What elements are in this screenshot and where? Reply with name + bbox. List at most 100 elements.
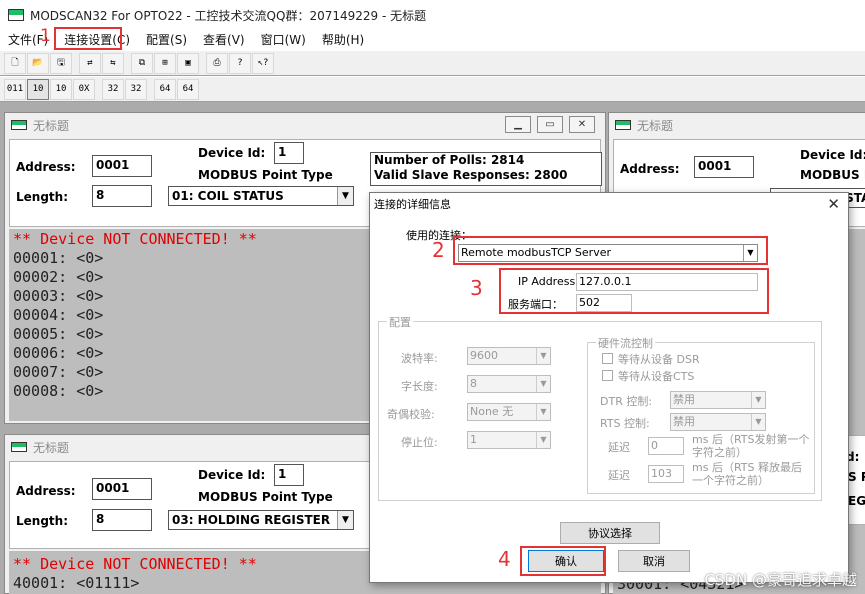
menu-help[interactable]: 帮助(H) — [314, 31, 372, 49]
point-type-label: MODBUS P — [800, 168, 865, 182]
network-icon[interactable]: ⧉ — [131, 52, 153, 74]
wait-dsr-label: 等待从设备 DSR — [618, 353, 700, 366]
chevron-down-icon[interactable]: ▼ — [337, 187, 353, 205]
scan-window-1-title: 无标题 — [33, 118, 70, 133]
length-label: Length: — [16, 514, 68, 528]
dtr-control-select[interactable]: 禁用 ▼ — [670, 391, 766, 409]
point-type-label: MODBUS Point Type — [198, 168, 333, 182]
poll-stats: Number of Polls: 2814 Valid Slave Respon… — [370, 152, 602, 186]
disconnect-icon[interactable]: ⇆ — [102, 52, 124, 74]
valid-slave-responses: Valid Slave Responses: 2800 — [374, 168, 568, 182]
menu-window[interactable]: 窗口(W) — [253, 31, 314, 49]
dialog-titlebar[interactable]: 连接的详细信息 ✕ — [370, 193, 848, 215]
chevron-down-icon[interactable]: ▼ — [536, 376, 550, 392]
word-length-label: 字长度: — [401, 380, 438, 393]
baud-rate-label: 波特率: — [401, 352, 438, 365]
scan-window-1-titlebar[interactable]: 无标题 ▁ ▭ ✕ — [5, 113, 605, 137]
dtr-control-label: DTR 控制: — [600, 395, 653, 408]
format-float-icon[interactable]: 32 — [102, 78, 124, 100]
app-icon — [8, 9, 24, 21]
chevron-down-icon[interactable]: ▼ — [751, 392, 765, 408]
device-id-input[interactable]: 1 — [274, 142, 304, 164]
word-length-value: 8 — [470, 377, 477, 390]
wait-dsr-checkbox[interactable] — [602, 353, 613, 364]
chevron-down-icon[interactable]: ▼ — [536, 348, 550, 364]
doc-icon — [11, 120, 27, 130]
delay1-label: 延迟 — [608, 441, 630, 454]
length-input[interactable]: 8 — [92, 509, 152, 531]
baud-rate-value: 9600 — [470, 349, 498, 362]
address-input[interactable]: 0001 — [92, 478, 152, 500]
menu-setup[interactable]: 配置(S) — [138, 31, 195, 49]
address-input[interactable]: 0001 — [694, 156, 754, 178]
format-hex-icon[interactable]: 0X — [73, 78, 95, 100]
address-input[interactable]: 0001 — [92, 155, 152, 177]
word-length-select[interactable]: 8 ▼ — [467, 375, 551, 393]
cancel-button[interactable]: 取消 — [618, 550, 690, 572]
display-chart-icon[interactable]: ⊞ — [154, 52, 176, 74]
port-input[interactable]: 502 — [576, 294, 632, 312]
close-icon[interactable]: ✕ — [827, 195, 840, 213]
length-input[interactable]: 8 — [92, 185, 152, 207]
connect-icon[interactable]: ⇄ — [79, 52, 101, 74]
delay2-label: 延迟 — [608, 469, 630, 482]
ip-address-input[interactable]: 127.0.0.1 — [576, 273, 758, 291]
print-icon[interactable]: ⎙ — [206, 52, 228, 74]
format-double-icon[interactable]: 64 — [154, 78, 176, 100]
scan-window-3-title: 无标题 — [637, 118, 674, 133]
menu-bar: 文件(F) 连接设置(C) 配置(S) 查看(V) 窗口(W) 帮助(H) — [0, 30, 865, 50]
format-double-swapped-icon[interactable]: 64 — [177, 78, 199, 100]
hardware-flow-label: 硬件流控制 — [596, 335, 655, 351]
format-decimal-icon[interactable]: 10 — [27, 78, 49, 100]
stop-bits-select[interactable]: 1 ▼ — [467, 431, 551, 449]
annotation-4: 4 — [498, 547, 511, 571]
window-title: MODSCAN32 For OPTO22 - 工控技术交流QQ群：2071492… — [30, 8, 427, 23]
chevron-down-icon[interactable]: ▼ — [536, 404, 550, 420]
format-toolbar: 011 10 10 0X 32 32 64 64 — [0, 76, 865, 102]
scan-window-3-titlebar[interactable]: 无标题 — [609, 113, 865, 137]
wait-cts-checkbox[interactable] — [602, 370, 613, 381]
context-help-icon[interactable]: ↖? — [252, 52, 274, 74]
delay2-input[interactable]: 103 — [648, 465, 684, 483]
chevron-down-icon[interactable]: ▼ — [536, 432, 550, 448]
point-type-select[interactable]: 01: COIL STATUS ▼ — [168, 186, 354, 206]
menu-view[interactable]: 查看(V) — [195, 31, 253, 49]
baud-rate-select[interactable]: 9600 ▼ — [467, 347, 551, 365]
help-icon[interactable]: ? — [229, 52, 251, 74]
delay1-input[interactable]: 0 — [648, 437, 684, 455]
device-id-label: Device Id: — [800, 148, 865, 162]
format-decimal-signed-icon[interactable]: 10 — [50, 78, 72, 100]
stop-bits-value: 1 — [470, 433, 477, 446]
display-monitor-icon[interactable]: ▣ — [177, 52, 199, 74]
device-id-label: Device Id: — [198, 468, 266, 482]
format-float-swapped-icon[interactable]: 32 — [125, 78, 147, 100]
parity-select[interactable]: None 无 ▼ — [467, 403, 551, 421]
rts-control-value: 禁用 — [673, 415, 695, 428]
device-id-input[interactable]: 1 — [274, 464, 304, 486]
save-icon[interactable]: 🖫 — [50, 52, 72, 74]
wait-cts-label: 等待从设备CTS — [618, 370, 695, 383]
ok-button[interactable]: 确认 — [528, 550, 604, 572]
protocol-select-button[interactable]: 协议选择 — [560, 522, 660, 544]
rts-control-select[interactable]: 禁用 ▼ — [670, 413, 766, 431]
chevron-down-icon[interactable]: ▼ — [743, 245, 757, 261]
number-of-polls: Number of Polls: 2814 — [374, 153, 525, 167]
connection-select[interactable]: Remote modbusTCP Server ▼ — [458, 244, 758, 262]
format-binary-icon[interactable]: 011 — [4, 78, 26, 100]
parity-label: 奇偶校验: — [387, 408, 435, 421]
close-icon[interactable]: ✕ — [569, 116, 595, 133]
address-label: Address: — [16, 160, 76, 174]
chevron-down-icon[interactable]: ▼ — [337, 511, 353, 529]
chevron-down-icon[interactable]: ▼ — [751, 414, 765, 430]
dtr-control-value: 禁用 — [673, 393, 695, 406]
dialog-title: 连接的详细信息 — [374, 198, 451, 211]
open-folder-icon[interactable]: 📂 — [27, 52, 49, 74]
point-type-value: 01: COIL STATUS — [172, 189, 284, 203]
menu-connection-setup[interactable]: 连接设置(C) — [56, 31, 138, 49]
device-id-label: Device Id: — [198, 146, 266, 160]
connection-value: Remote modbusTCP Server — [461, 246, 612, 259]
point-type-select[interactable]: 03: HOLDING REGISTER ▼ — [168, 510, 354, 530]
minimize-icon[interactable]: ▁ — [505, 116, 531, 133]
new-document-icon[interactable]: 🗋 — [4, 52, 26, 74]
restore-icon[interactable]: ▭ — [537, 116, 563, 133]
